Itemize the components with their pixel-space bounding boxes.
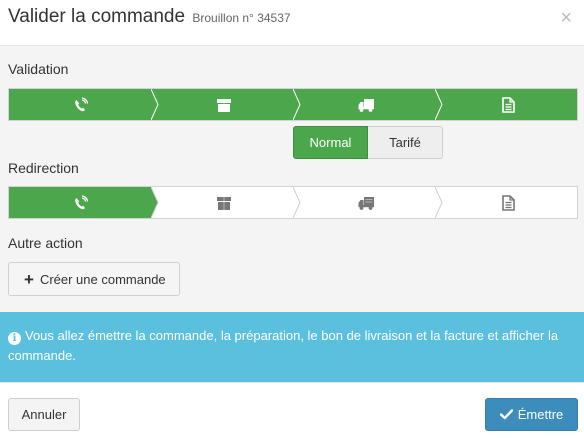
validation-step-2[interactable] [151,89,302,120]
validation-label: Validation [8,61,69,77]
other-action-label: Autre action [8,235,83,251]
submit-label: Émettre [517,407,564,422]
box-icon [217,197,231,210]
modal-footer: Annuler Émettre [0,382,584,438]
redirection-step-4[interactable] [435,187,577,218]
modal-header: Valider la commande Brouillon n° 34537 × [0,0,584,46]
redirection-step-3[interactable] [293,187,444,218]
validation-mode-toggle: Normal Tarifé [293,126,443,159]
create-order-button[interactable]: + Créer une commande [8,262,180,296]
validation-steps [8,88,578,121]
cancel-button[interactable]: Annuler [8,398,80,431]
normal-button[interactable]: Normal [293,126,368,159]
validation-step-3[interactable] [293,89,444,120]
invoice-icon [502,195,515,211]
tarife-button[interactable]: Tarifé [368,126,443,159]
draft-number: Brouillon n° 34537 [192,11,291,25]
plus-icon: + [24,269,34,289]
redirection-label: Redirection [8,160,79,176]
create-order-label: Créer une commande [39,271,166,287]
page-title: Valider la commande [8,6,186,27]
modal-title: Valider la commande Brouillon n° 34537 [8,6,291,28]
validation-step-1[interactable] [9,89,160,120]
info-alert: i Vous allez émettre la commande, la prép… [0,312,584,382]
phone-icon [75,97,89,112]
redirection-steps [8,186,578,219]
validation-step-4[interactable] [435,89,577,120]
submit-button[interactable]: Émettre [485,398,578,431]
info-text: Vous allez émettre la commande, la prépa… [8,328,559,363]
box-icon [217,99,231,112]
phone-icon [75,195,89,210]
info-icon: i [8,332,21,345]
redirection-step-1[interactable] [9,187,160,218]
redirection-step-2[interactable] [151,187,302,218]
delivery-truck-icon [358,197,374,210]
close-button[interactable]: × [560,8,572,28]
invoice-icon [502,97,515,113]
delivery-truck-icon [358,99,374,112]
modal-body: Validation Normal Tarifé Redirection Aut… [0,46,584,312]
check-icon [499,409,513,420]
